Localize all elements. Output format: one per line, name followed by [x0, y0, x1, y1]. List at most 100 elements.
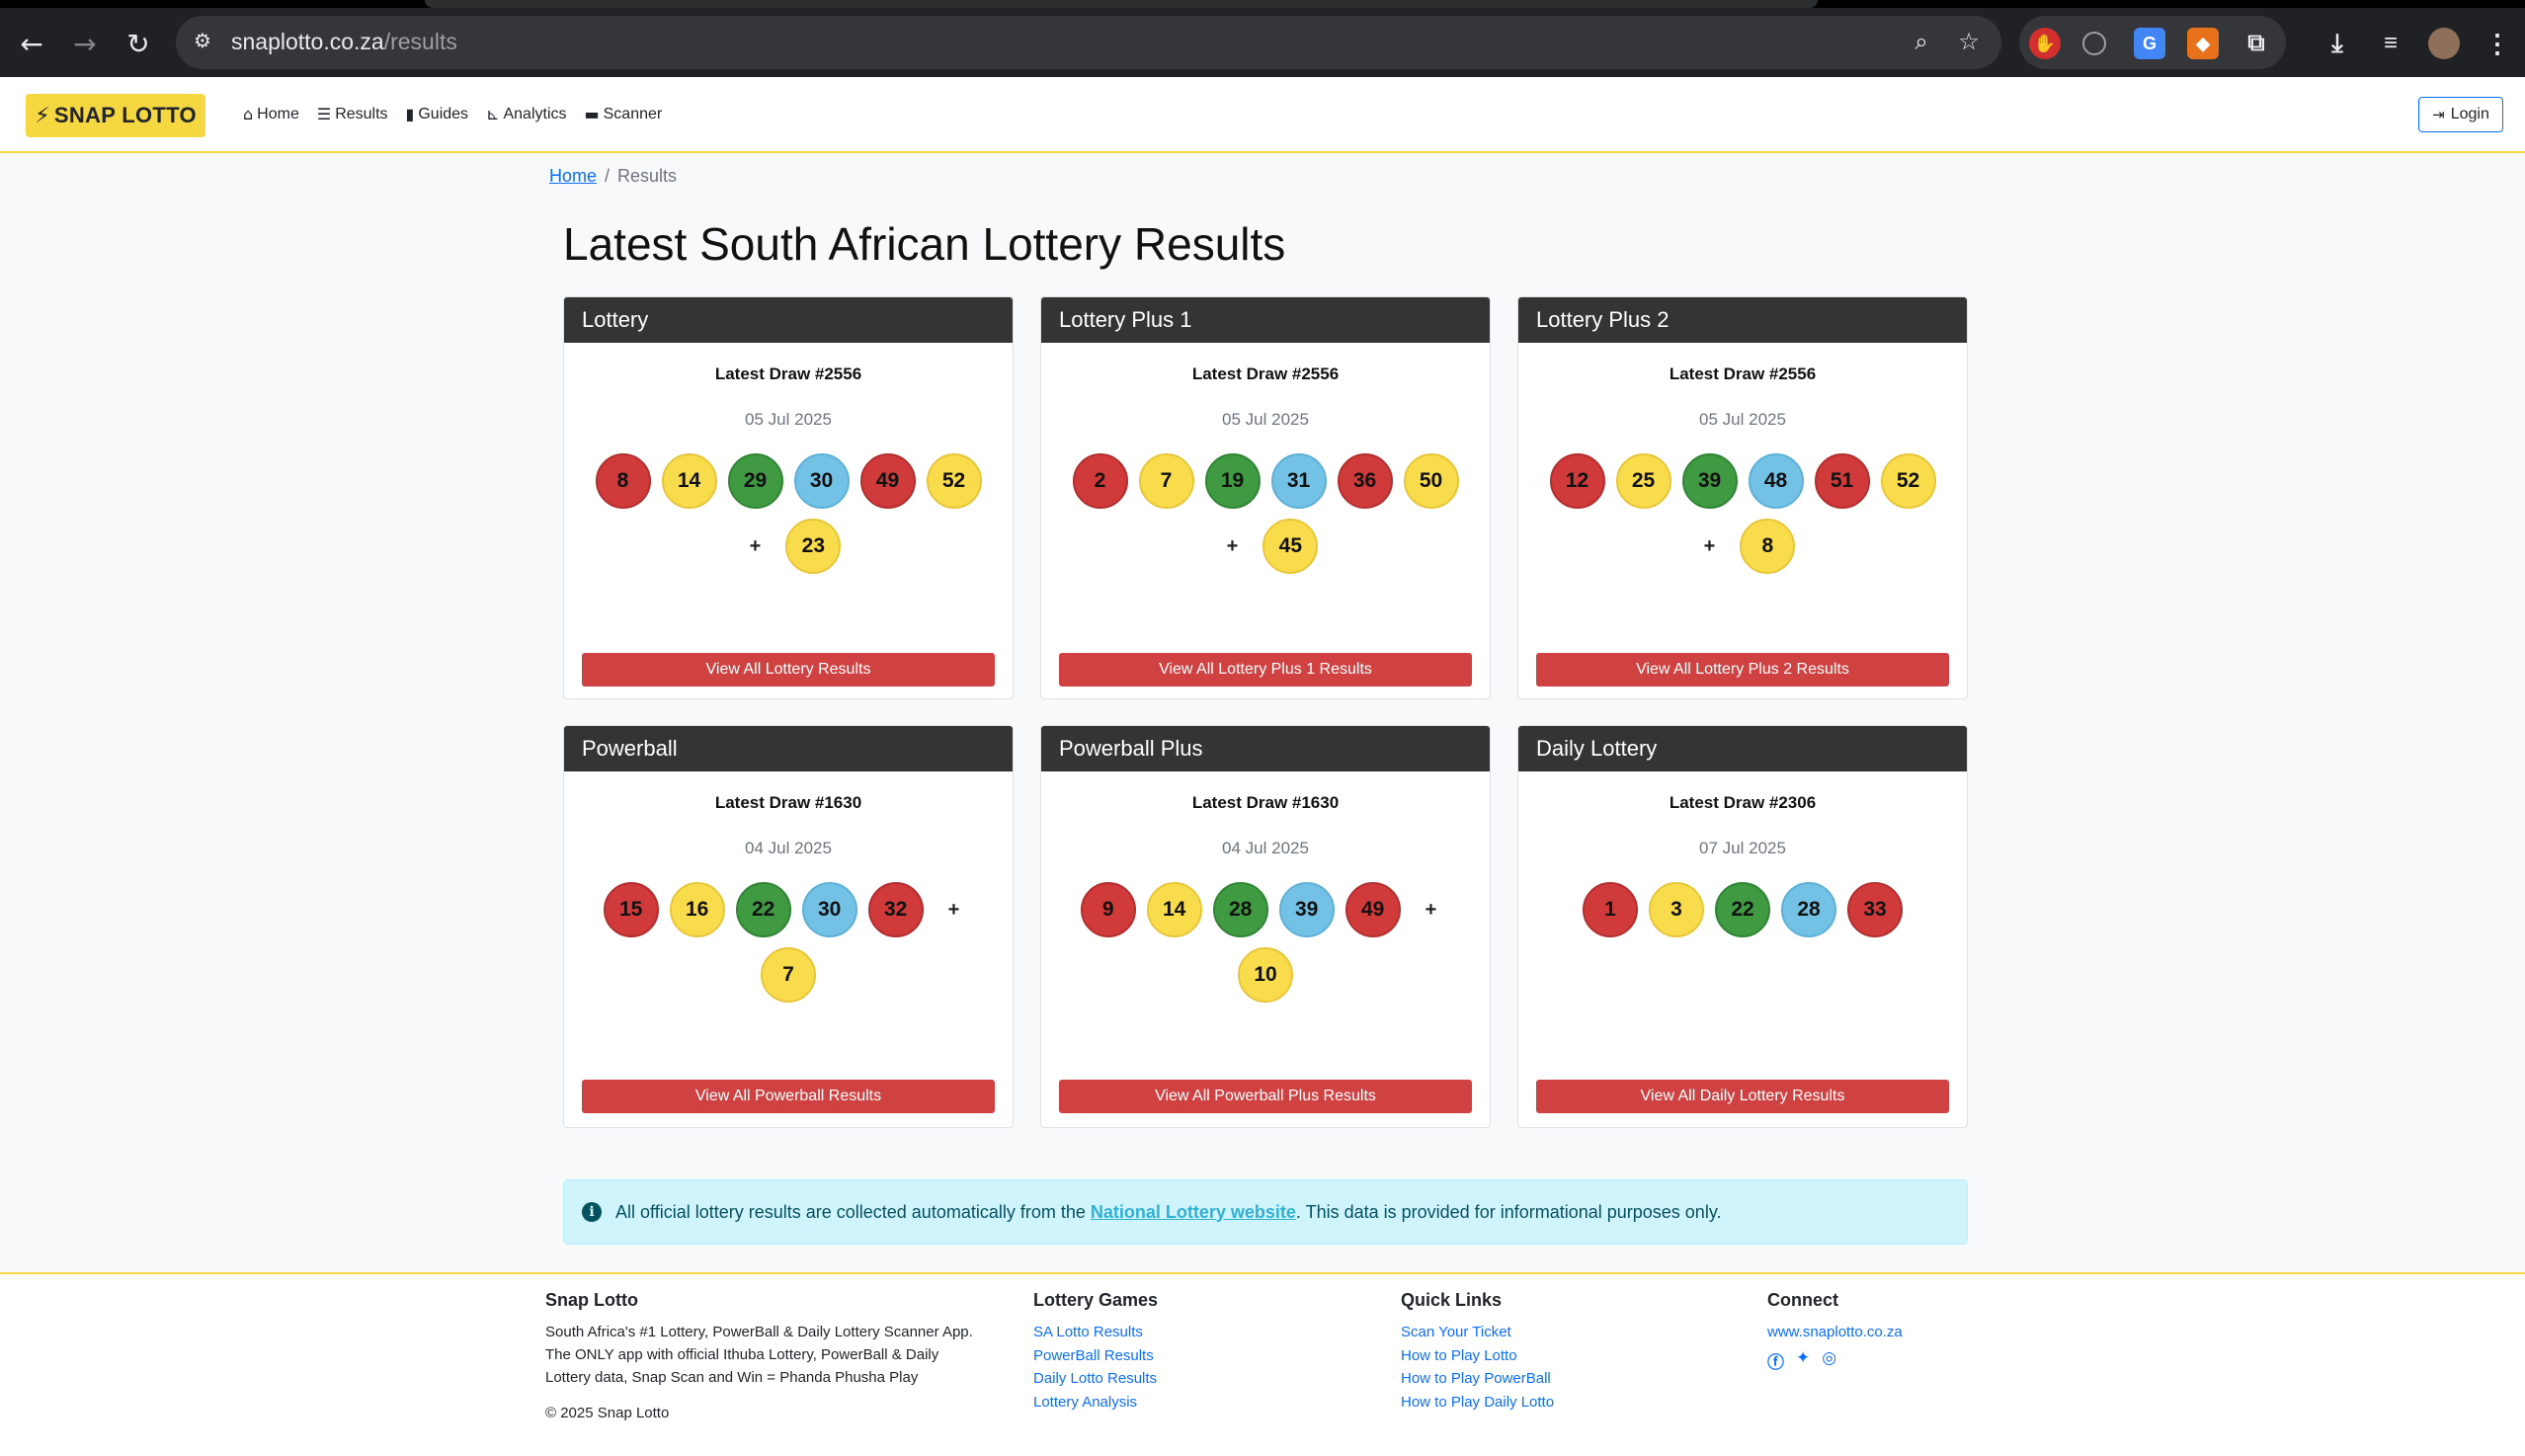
translate-extension-icon[interactable]: G — [2134, 28, 2165, 59]
fox-extension-icon[interactable]: ◆ — [2187, 28, 2219, 59]
card-title: Lottery — [564, 297, 1013, 343]
lotto-ball: 9 — [1080, 882, 1136, 937]
footer-link-how-lotto[interactable]: How to Play Lotto — [1401, 1344, 1554, 1368]
footer-connect: Connect www.snaplotto.co.za ⓕ ✦ ◎ — [1767, 1290, 1903, 1373]
profile-avatar[interactable] — [2428, 28, 2460, 59]
twitter-icon[interactable]: ✦ — [1796, 1348, 1810, 1373]
bonus-ball: 23 — [785, 519, 842, 574]
footer-link-scan-ticket[interactable]: Scan Your Ticket — [1401, 1321, 1554, 1344]
page-title: Latest South African Lottery Results — [563, 218, 1286, 270]
bonus-ball: 45 — [1262, 519, 1319, 574]
result-card: Lottery Plus 2 Latest Draw #2556 05 Jul 20… — [1517, 296, 1968, 699]
footer-link-analysis[interactable]: Lottery Analysis — [1033, 1391, 1158, 1415]
footer-link-how-powerball[interactable]: How to Play PowerBall — [1401, 1367, 1554, 1391]
footer-about-heading: Snap Lotto — [545, 1290, 638, 1310]
instagram-icon[interactable]: ◎ — [1822, 1348, 1836, 1373]
lotto-ball: 15 — [603, 882, 659, 937]
site-footer: Snap Lotto South Africa's #1 Lottery, Po… — [0, 1272, 2525, 1456]
view-all-results-button[interactable]: View All Lottery Results — [582, 653, 995, 687]
footer-site-link[interactable]: www.snaplotto.co.za — [1767, 1321, 1903, 1344]
ball-row: 12 25 39 48 51 52 — [1518, 453, 1967, 509]
result-card: Daily Lottery Latest Draw #2306 07 Jul 202… — [1517, 725, 1968, 1128]
footer-link-sa-lotto[interactable]: SA Lotto Results — [1033, 1321, 1158, 1344]
brand-logo[interactable]: ⚡ SNAP LOTTO — [26, 94, 205, 137]
active-tab[interactable] — [425, 0, 1818, 8]
draw-number: Latest Draw #2306 — [1669, 793, 1817, 812]
bonus-ball: 7 — [761, 947, 816, 1003]
footer-link-how-daily[interactable]: How to Play Daily Lotto — [1401, 1391, 1554, 1415]
lotto-ball: 30 — [793, 453, 850, 509]
lotto-ball: 1 — [1583, 882, 1638, 937]
footer-quick-heading: Quick Links — [1401, 1290, 1503, 1310]
footer-link-daily-lotto[interactable]: Daily Lotto Results — [1033, 1367, 1158, 1391]
lotto-ball: 52 — [926, 453, 982, 509]
view-all-results-button[interactable]: View All Powerball Results — [582, 1080, 995, 1113]
view-all-results-button[interactable]: View All Lottery Plus 1 Results — [1059, 653, 1472, 687]
footer-about: Snap Lotto South Africa's #1 Lottery, Po… — [545, 1290, 973, 1421]
footer-connect-heading: Connect — [1767, 1290, 1838, 1310]
nav-scanner[interactable]: ▬ Scanner — [585, 105, 663, 123]
lotto-ball: 36 — [1337, 453, 1393, 509]
view-all-results-button[interactable]: View All Lottery Plus 2 Results — [1536, 653, 1949, 687]
bonus-ball: 10 — [1238, 947, 1293, 1003]
ball-row: 8 14 29 30 49 52 — [564, 453, 1013, 509]
address-bar[interactable]: ⚙ snaplotto.co.za/results ⌕ ☆ — [176, 16, 2001, 69]
lotto-ball: 32 — [867, 882, 924, 937]
lotto-ball: 49 — [1344, 882, 1401, 937]
nav-home[interactable]: ⌂ Home — [243, 105, 299, 123]
zoom-icon[interactable]: ⌕ — [1907, 28, 1936, 57]
info-alert: i All official lottery results are colle… — [563, 1179, 1968, 1245]
reload-icon[interactable]: ↻ — [119, 24, 158, 63]
plus-sign: + — [749, 534, 762, 557]
back-icon[interactable]: ← — [12, 24, 51, 63]
footer-about-line: The ONLY app with official Ithuba Lotter… — [545, 1346, 939, 1363]
url-text[interactable]: snaplotto.co.za/results — [231, 29, 457, 55]
view-all-results-button[interactable]: View All Daily Lottery Results — [1536, 1080, 1949, 1113]
facebook-icon[interactable]: ⓕ — [1767, 1348, 1784, 1373]
draw-number: Latest Draw #2556 — [714, 364, 862, 383]
national-lottery-link[interactable]: National Lottery website — [1091, 1202, 1296, 1222]
ball-row: 2 7 19 31 36 50 — [1041, 453, 1490, 509]
draw-number: Latest Draw #1630 — [714, 793, 862, 812]
draw-number: Latest Draw #2556 — [1669, 364, 1817, 383]
draw-date: 07 Jul 2025 — [1699, 839, 1786, 857]
card-title: Powerball Plus — [1041, 726, 1490, 771]
download-icon[interactable]: ⤓ — [2321, 28, 2353, 59]
forward-icon[interactable]: → — [65, 24, 105, 63]
book-icon: ▮ — [405, 105, 415, 123]
nav-guides[interactable]: ▮ Guides — [406, 105, 469, 123]
lotto-ball: 14 — [1146, 882, 1202, 937]
result-card: Powerball Latest Draw #1630 04 Jul 2025 15 1… — [563, 725, 1014, 1128]
result-card: Lottery Latest Draw #2556 05 Jul 2025 8 14 29… — [563, 296, 1014, 699]
nav-results[interactable]: ☰ Results — [317, 105, 388, 123]
login-button[interactable]: ⇥ Login — [2418, 97, 2503, 132]
nav-analytics[interactable]: ⊾ Analytics — [486, 105, 566, 123]
puzzle-extensions-icon[interactable]: ⧉ — [2240, 28, 2272, 59]
footer-about-line: South Africa's #1 Lottery, PowerBall & D… — [545, 1324, 973, 1340]
chart-icon: ⊾ — [486, 105, 500, 123]
lotto-ball: 22 — [735, 882, 791, 937]
view-all-results-button[interactable]: View All Powerball Plus Results — [1059, 1080, 1472, 1113]
footer-link-powerball[interactable]: PowerBall Results — [1033, 1344, 1158, 1368]
adblock-extension-icon[interactable]: ✋ — [2029, 28, 2061, 59]
breadcrumb-home-link[interactable]: Home — [549, 166, 597, 186]
more-menu-icon[interactable]: ⋮ — [2482, 28, 2513, 59]
plus-sign: + — [1226, 534, 1239, 557]
lotto-ball: 7 — [1138, 453, 1194, 509]
bookmark-star-icon[interactable]: ☆ — [1954, 28, 1984, 57]
lotto-ball: 49 — [859, 453, 916, 509]
info-icon: i — [582, 1202, 602, 1222]
circle-extension-icon[interactable] — [2082, 32, 2106, 55]
lotto-ball: 28 — [1212, 882, 1268, 937]
lotto-ball: 12 — [1549, 453, 1605, 509]
lotto-ball: 29 — [727, 453, 783, 509]
ball-row: 15 16 22 30 32 + — [564, 882, 1013, 937]
media-queue-icon[interactable]: ≡ — [2375, 28, 2406, 59]
lotto-ball: 3 — [1649, 882, 1704, 937]
site-info-icon[interactable]: ⚙ — [194, 29, 219, 54]
footer-quick-links: Quick Links Scan Your Ticket How to Play… — [1401, 1290, 1554, 1414]
draw-date: 05 Jul 2025 — [1222, 410, 1309, 429]
card-title: Powerball — [564, 726, 1013, 771]
lotto-ball: 39 — [1278, 882, 1335, 937]
lotto-ball: 33 — [1847, 882, 1903, 937]
